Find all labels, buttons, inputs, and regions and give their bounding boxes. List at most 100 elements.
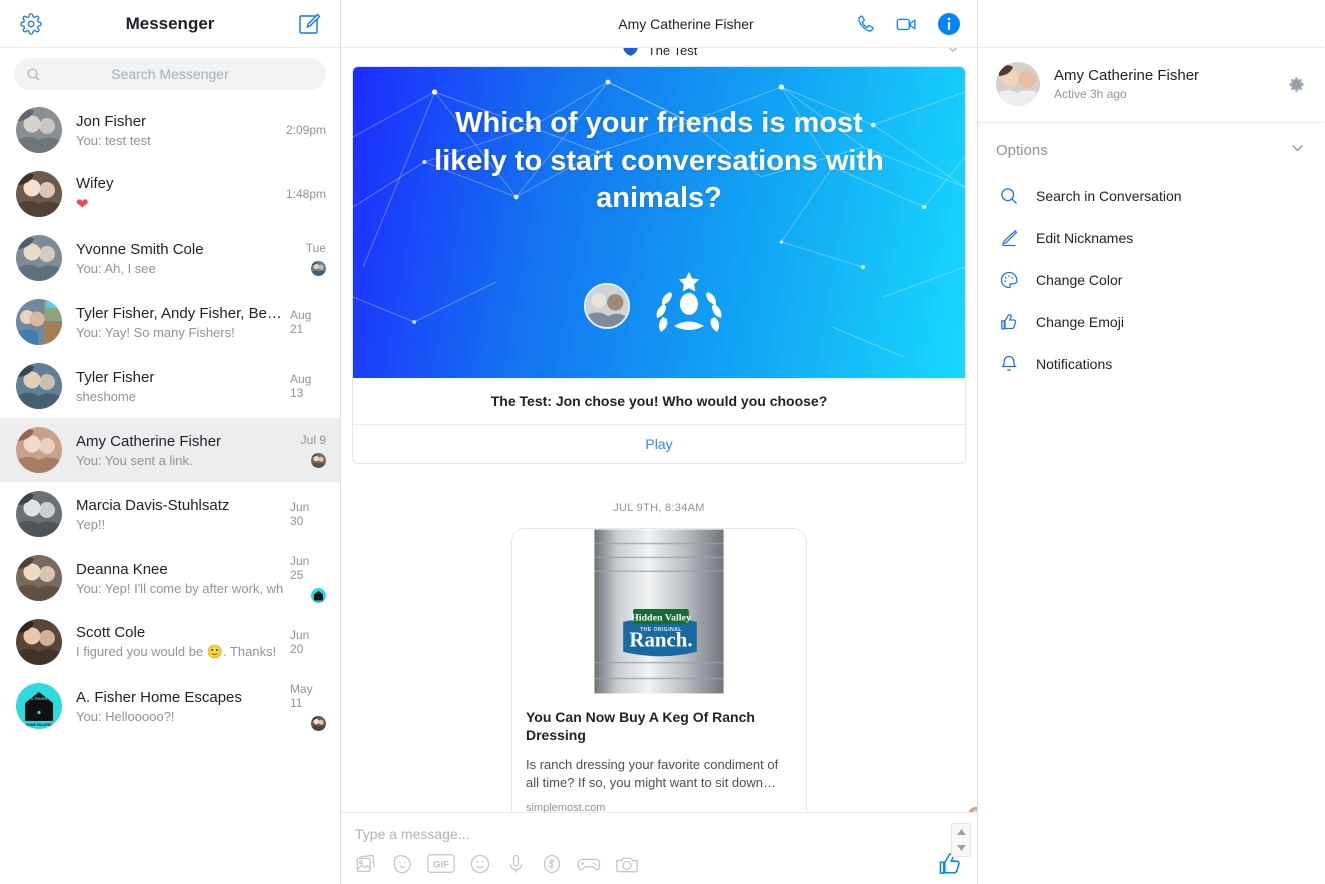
- options-list[interactable]: Search in Conversation Edit Nicknames Ch…: [978, 175, 1324, 385]
- camera-icon[interactable]: [615, 853, 639, 875]
- game-question: Which of your friends is most likely to …: [434, 107, 884, 215]
- conversation-row[interactable]: Wifey ❤ 1:48pm: [0, 162, 340, 226]
- emoji-icon[interactable]: [469, 853, 491, 875]
- conversation-top: Amy Catherine Fisher: [76, 433, 284, 450]
- ranch-keg-image: Hidden Valley THE ORIGINAL Ranch.: [512, 529, 806, 694]
- conversations-sidebar: Messenger Search Messenger Jon Fisher Yo…: [0, 0, 341, 884]
- conversation-name: Yvonne Smith Cole: [76, 240, 204, 258]
- details-profile: Amy Catherine Fisher Active 3h ago: [978, 48, 1324, 123]
- games-icon[interactable]: [577, 853, 601, 875]
- chat-title: Amy Catherine Fisher: [618, 15, 754, 32]
- conversation-list[interactable]: Jon Fisher You: test test 2:09pm Wifey ❤…: [0, 98, 340, 884]
- conversation-top: Wifey: [76, 175, 284, 192]
- conversation-meta: Jun 25 A. FISHER HOME ESCAPES: [284, 554, 326, 603]
- bell-icon: [996, 354, 1022, 374]
- conversation-row[interactable]: A. FISHER HOME ESCAPES A. Fisher Home Es…: [0, 674, 340, 738]
- avatar: [16, 427, 62, 473]
- svg-text:GIF: GIF: [433, 860, 449, 871]
- play-button[interactable]: Play: [353, 425, 965, 463]
- option-label: Change Emoji: [1036, 314, 1124, 330]
- svg-text:A. FISHER: A. FISHER: [31, 697, 48, 701]
- conversation-snippet: sheshome: [76, 388, 136, 404]
- message-input[interactable]: [355, 825, 963, 842]
- conversation-meta: May 11: [284, 682, 326, 731]
- sticker-icon[interactable]: [391, 853, 413, 875]
- option-item[interactable]: Search in Conversation: [978, 175, 1324, 217]
- pencil-icon: [996, 228, 1022, 248]
- avatar[interactable]: [996, 62, 1040, 106]
- sidebar-header: Messenger: [0, 0, 340, 48]
- options-section-header[interactable]: Options: [978, 123, 1324, 175]
- conversation-body: A. Fisher Home Escapes You: Hellooooo?!: [76, 689, 284, 724]
- gear-icon[interactable]: [1287, 75, 1306, 94]
- microphone-icon[interactable]: [505, 853, 527, 875]
- compose-icon[interactable]: [296, 11, 322, 37]
- conversation-body: Scott Cole I figured you would be 🙂. Tha…: [76, 624, 284, 660]
- conversation-meta: Jun 30: [284, 500, 326, 528]
- option-label: Notifications: [1036, 356, 1113, 372]
- option-item[interactable]: Change Color: [978, 259, 1324, 301]
- conversation-timestamp: Tue: [305, 240, 326, 255]
- composer-toolbar: GIF: [355, 849, 963, 879]
- timestamp-separator: JUL 9TH, 8:34AM: [613, 502, 705, 514]
- game-message-card[interactable]: Which of your friends is most likely to …: [352, 66, 966, 464]
- svg-text:HOME ESCAPES: HOME ESCAPES: [26, 723, 52, 727]
- gear-icon[interactable]: [18, 11, 44, 37]
- seen-receipt-avatar: [311, 260, 326, 276]
- option-item[interactable]: Change Emoji: [978, 301, 1324, 343]
- message-list[interactable]: TEST The Test: [341, 48, 977, 812]
- conversation-timestamp: Aug 21: [290, 308, 312, 336]
- conversation-snippet: You: Yep! I'll come by after work, wh…: [76, 580, 284, 596]
- avatar: [16, 299, 62, 345]
- conversation-meta: Jul 9: [284, 433, 326, 468]
- conversation-snippet: ❤: [76, 196, 89, 213]
- link-preview-title: You Can Now Buy A Keg Of Ranch Dressing: [526, 709, 755, 744]
- conversation-row[interactable]: Scott Cole I figured you would be 🙂. Tha…: [0, 610, 340, 674]
- chat-header: Amy Catherine Fisher: [341, 0, 977, 48]
- call-icon[interactable]: [855, 13, 877, 35]
- svg-text:Ranch.: Ranch.: [629, 628, 692, 652]
- option-label: Search in Conversation: [1036, 188, 1182, 204]
- video-icon[interactable]: [895, 12, 919, 36]
- seen-receipt-avatar: [311, 452, 326, 468]
- conversation-snippet: Yep!!: [76, 516, 106, 532]
- search-input[interactable]: [14, 66, 326, 82]
- conversation-snippet: You: You sent a link.: [76, 452, 193, 468]
- test-shield-icon: TEST: [621, 48, 640, 62]
- scroll-stepper[interactable]: [951, 823, 971, 857]
- info-icon[interactable]: [937, 12, 961, 36]
- game-caption: The Test: Jon chose you! Who would you c…: [353, 378, 965, 425]
- conversation-row[interactable]: Tyler Fisher, Andy Fisher, Be… You: Yay!…: [0, 290, 340, 354]
- search-icon: [996, 186, 1022, 206]
- conversation-row[interactable]: Tyler Fisher sheshome Aug 13: [0, 354, 340, 418]
- seen-receipt-avatar: [311, 715, 326, 731]
- option-item[interactable]: Notifications: [978, 343, 1324, 385]
- svg-text:Hidden Valley: Hidden Valley: [631, 612, 691, 623]
- conversation-row[interactable]: Deanna Knee You: Yep! I'll come by after…: [0, 546, 340, 610]
- conversation-name: A. Fisher Home Escapes: [76, 688, 242, 706]
- chevron-down-icon[interactable]: [946, 48, 960, 61]
- conversation-name: Tyler Fisher, Andy Fisher, Be…: [76, 304, 282, 322]
- conversation-snippet: You: Ah, I see: [76, 260, 156, 276]
- chevron-down-icon[interactable]: [956, 845, 966, 851]
- conversation-row[interactable]: Amy Catherine Fisher You: You sent a lin…: [0, 418, 340, 482]
- details-active-status: Active 3h ago: [1054, 87, 1127, 101]
- game-badge-row: [353, 270, 965, 342]
- conversation-row[interactable]: Jon Fisher You: test test 2:09pm: [0, 98, 340, 162]
- conversation-snippet: You: Hellooooo?!: [76, 708, 175, 724]
- search-box[interactable]: [14, 58, 326, 90]
- conversation-name: Tyler Fisher: [76, 368, 155, 386]
- photo-icon[interactable]: [355, 853, 377, 875]
- gif-icon[interactable]: GIF: [427, 853, 455, 874]
- money-icon[interactable]: [541, 853, 563, 875]
- conversation-row[interactable]: Yvonne Smith Cole You: Ah, I see Tue: [0, 226, 340, 290]
- chevron-up-icon[interactable]: [956, 829, 966, 835]
- conversation-row[interactable]: Marcia Davis-Stuhlsatz Yep!! Jun 30: [0, 482, 340, 546]
- option-item[interactable]: Edit Nicknames: [978, 217, 1324, 259]
- messenger-app: Messenger Search Messenger Jon Fisher Yo…: [0, 0, 1325, 884]
- chevron-down-icon[interactable]: [1289, 139, 1306, 161]
- avatar-photo: [586, 285, 628, 327]
- link-preview-description: Is ranch dressing your favorite condimen…: [526, 757, 779, 791]
- game-banner: Which of your friends is most likely to …: [353, 67, 965, 378]
- link-preview-card[interactable]: Hidden Valley THE ORIGINAL Ranch. You Ca…: [511, 528, 807, 812]
